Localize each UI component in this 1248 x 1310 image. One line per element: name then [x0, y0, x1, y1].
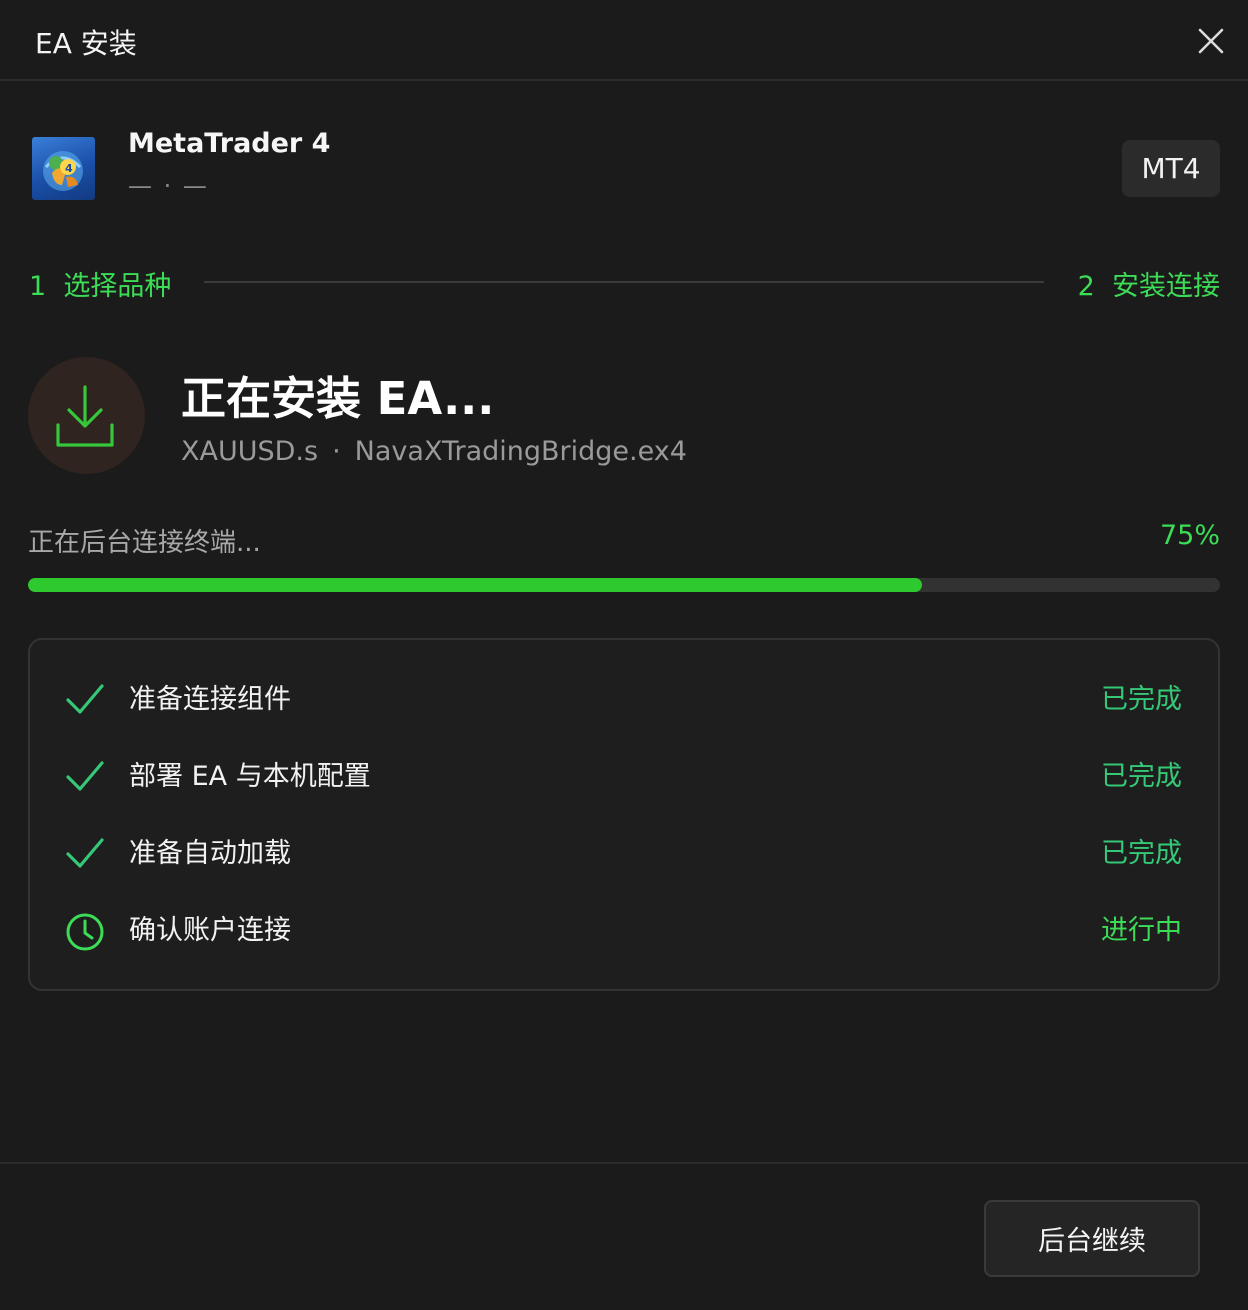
- step-connector: [204, 281, 1044, 283]
- install-details: XAUUSD.s · NavaXTradingBridge.ex4: [181, 436, 687, 467]
- title-bar: EA 安装: [0, 0, 1248, 81]
- task-label: 部署 EA 与本机配置: [129, 761, 371, 792]
- install-title: 正在安装 EA...: [181, 372, 495, 425]
- check-icon: [66, 761, 104, 791]
- ea-file-name: NavaXTradingBridge.ex4: [354, 436, 687, 467]
- step-1-number: 1: [29, 271, 47, 302]
- task-label: 准备连接组件: [129, 684, 291, 715]
- task-status: 已完成: [1101, 684, 1182, 715]
- task-label: 准备自动加载: [129, 838, 291, 869]
- download-icon: [56, 385, 114, 447]
- metatrader-app-icon: 4: [32, 137, 95, 200]
- clock-icon: [66, 913, 104, 951]
- footer-divider: [0, 1162, 1248, 1164]
- task-item: 部署 EA 与本机配置 已完成: [30, 757, 1218, 797]
- close-icon: [1198, 28, 1224, 54]
- task-item: 准备自动加载 已完成: [30, 834, 1218, 874]
- continue-in-background-button[interactable]: 后台继续: [984, 1200, 1200, 1277]
- symbol-name: XAUUSD.s: [181, 436, 319, 467]
- details-separator: ·: [332, 436, 341, 467]
- step-2-label: 安装连接: [1112, 271, 1220, 302]
- app-name: MetaTrader 4: [128, 128, 331, 159]
- step-2-number: 2: [1077, 271, 1095, 302]
- app-subtitle: — · —: [128, 172, 209, 200]
- progress-percent: 75%: [1159, 520, 1220, 551]
- step-2: 2 安装连接: [1078, 264, 1220, 303]
- metatrader-logo-icon: 4: [43, 151, 83, 191]
- task-status: 已完成: [1101, 838, 1182, 869]
- step-1-label: 选择品种: [63, 271, 172, 302]
- window-title: EA 安装: [35, 27, 137, 60]
- task-status: 已完成: [1101, 761, 1182, 792]
- progress-bar: [28, 578, 1220, 592]
- check-icon: [66, 684, 104, 714]
- task-item: 准备连接组件 已完成: [30, 680, 1218, 720]
- task-list: 准备连接组件 已完成 部署 EA 与本机配置 已完成 准备自动加载 已完成 确认…: [28, 638, 1220, 991]
- task-status: 进行中: [1101, 915, 1182, 946]
- task-item: 确认账户连接 进行中: [30, 911, 1218, 951]
- check-icon: [66, 838, 104, 868]
- svg-text:4: 4: [65, 162, 73, 175]
- progress-status: 正在后台连接终端...: [28, 528, 261, 558]
- download-badge: [28, 357, 145, 474]
- step-1: 1 选择品种: [29, 264, 171, 303]
- task-label: 确认账户连接: [129, 915, 291, 946]
- close-button[interactable]: [1190, 20, 1232, 62]
- progress-bar-fill: [28, 578, 922, 592]
- platform-badge: MT4: [1122, 140, 1220, 197]
